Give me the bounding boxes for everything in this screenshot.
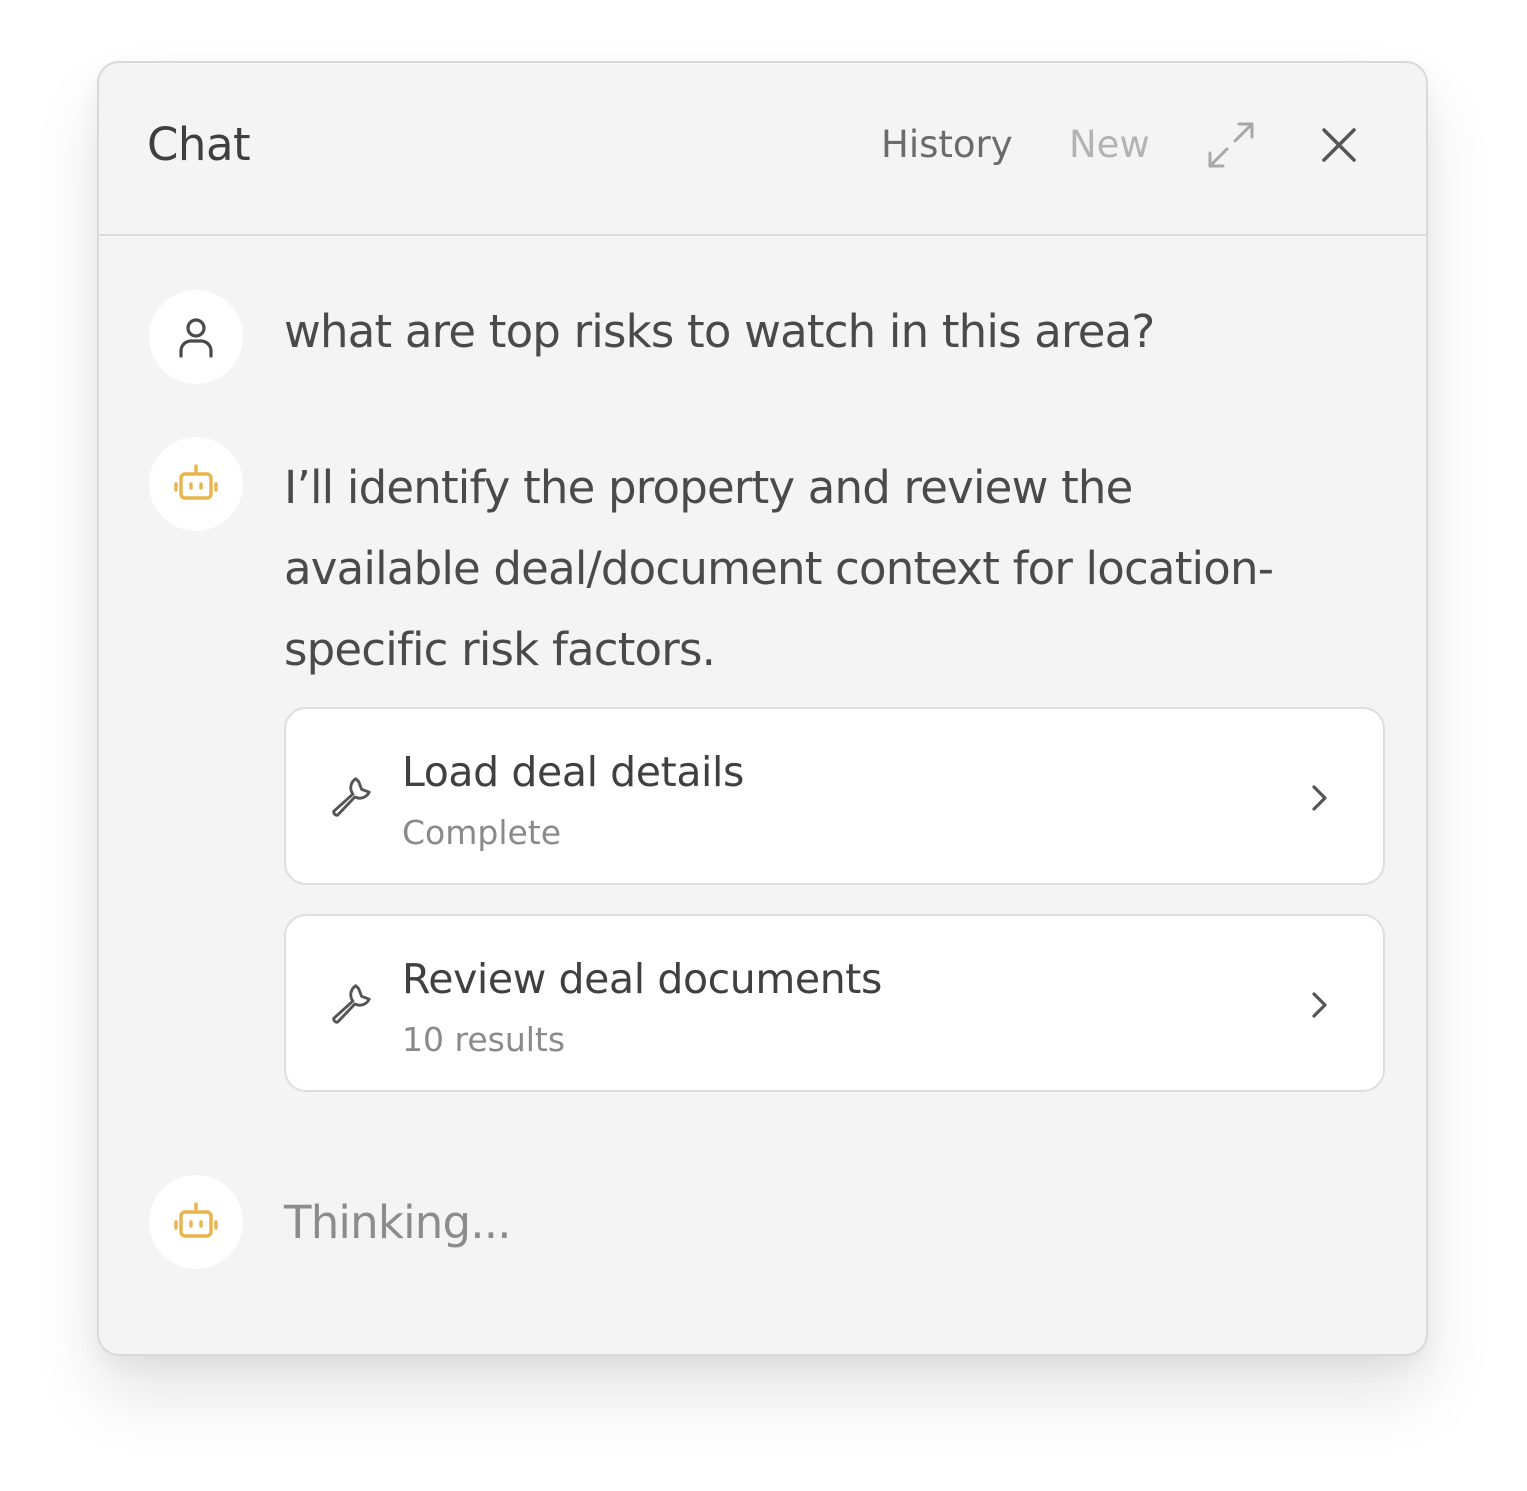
robot-icon [174,1202,218,1238]
chat-title: Chat [147,118,251,171]
chat-header: Chat History New [99,63,1426,236]
expand-button[interactable] [1205,119,1257,171]
tool-call-title: Load deal details [402,748,744,796]
robot-icon [174,464,218,500]
close-icon [1322,128,1356,162]
assistant-avatar-thinking [149,1175,243,1269]
history-button[interactable]: History [881,117,1013,173]
user-message: what are top risks to watch in this area… [284,305,1155,358]
assistant-message: I’ll identify the property and review th… [284,461,1274,676]
tool-call-status: Complete [402,813,562,852]
user-icon [179,318,213,358]
wrench-icon [332,984,371,1024]
wrench-icon [332,777,371,817]
tool-call-card-review-deal-documents[interactable]: Review deal documents 10 results [284,914,1385,1092]
chevron-right-icon [1312,992,1327,1018]
chevron-right-icon [1312,785,1327,811]
expand-icon [1208,122,1254,168]
tool-call-title: Review deal documents [402,955,882,1003]
tool-call-card-load-deal-details[interactable]: Load deal details Complete [284,707,1385,885]
assistant-avatar [149,437,243,531]
thinking-indicator: Thinking... [284,1196,512,1249]
chat-panel: Chat History New what are top risks to w… [97,61,1428,1356]
new-chat-button[interactable]: New [1069,117,1150,173]
tool-call-status: 10 results [402,1020,566,1059]
user-avatar [149,290,243,384]
close-button[interactable] [1315,121,1363,169]
